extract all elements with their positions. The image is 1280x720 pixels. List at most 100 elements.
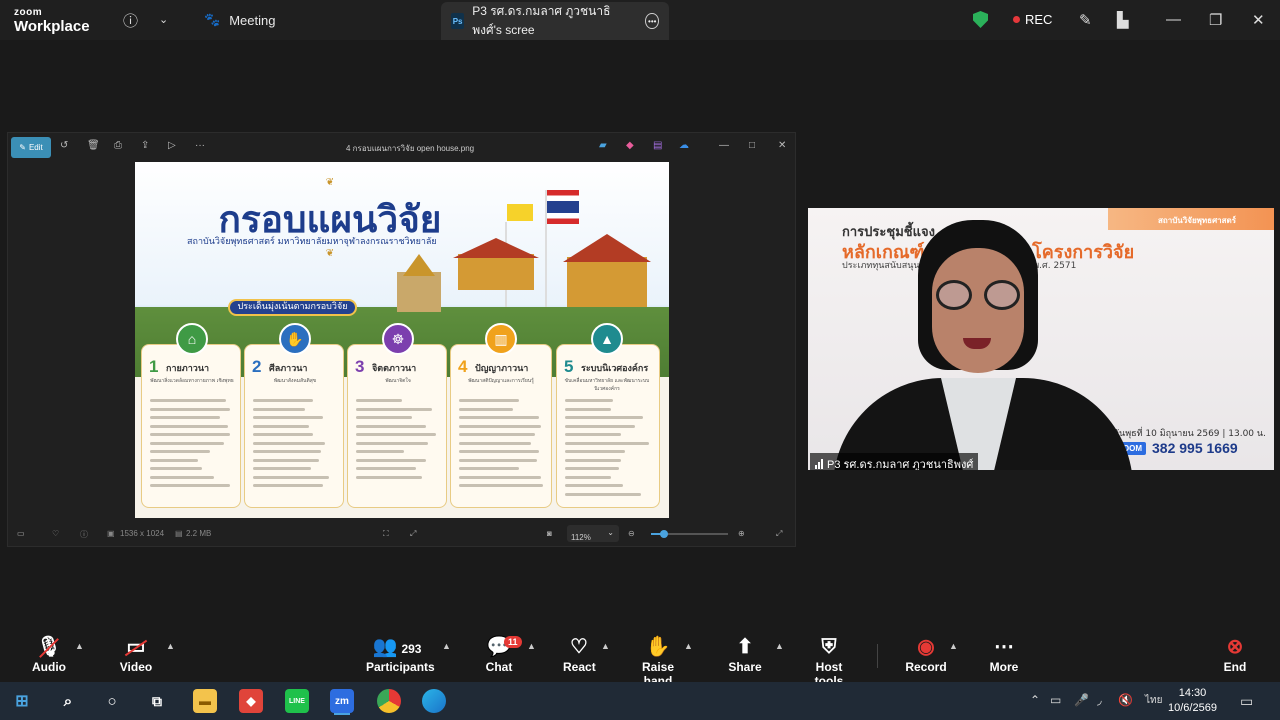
screenshot-icon[interactable]: ◙ xyxy=(547,529,552,538)
participant-video[interactable]: สถาบันวิจัยพุทธศาสตร์ การประชุมชี้แจง หล… xyxy=(808,208,1274,470)
clipchamp-icon[interactable]: ◆ xyxy=(626,140,634,151)
network-icon[interactable]: ▭ xyxy=(1050,693,1061,707)
cortana-icon[interactable]: ○ xyxy=(100,689,124,713)
zoom-app-icon[interactable]: zm xyxy=(330,689,354,713)
video-button[interactable]: ▭ Video xyxy=(118,634,154,674)
chat-options-caret[interactable]: ▲ xyxy=(527,641,536,651)
tray-overflow-icon[interactable]: ⌃ xyxy=(1030,693,1040,707)
share-label: Share xyxy=(728,660,762,674)
end-button[interactable]: ⊗ End xyxy=(1220,634,1250,674)
restore-icon[interactable]: ❐ xyxy=(1209,11,1222,29)
file-info-icon[interactable]: ⓘ xyxy=(80,529,88,540)
card-list xyxy=(150,399,230,493)
react-label: React xyxy=(563,660,596,674)
rec-label: REC xyxy=(1025,12,1053,27)
audio-button[interactable]: 🎙 Audio xyxy=(30,634,68,674)
viewer-close-icon[interactable]: ✕ xyxy=(778,140,786,151)
chevron-down-icon: ⌄ xyxy=(607,528,614,537)
meditation-icon: ☸ xyxy=(382,323,414,355)
edit-button[interactable]: ✎ Edit xyxy=(11,137,51,158)
system-clock[interactable]: 14:30 10/6/2569 xyxy=(1168,686,1217,716)
card-number: 5 xyxy=(564,357,574,376)
raise-hand-options-caret[interactable]: ▲ xyxy=(684,641,693,651)
input-language[interactable]: ไทย xyxy=(1145,693,1162,708)
zoom-meeting-id: 382 995 1669 xyxy=(1152,440,1238,456)
hand-icon: ✋ xyxy=(645,636,671,658)
edit-label: Edit xyxy=(28,143,43,152)
close-icon[interactable]: ✕ xyxy=(1252,11,1265,29)
fit-icon[interactable]: ⛶ xyxy=(383,529,389,539)
zoom-out-icon[interactable]: ⊖ xyxy=(628,529,635,538)
print-icon[interactable]: ⎙ xyxy=(114,140,122,151)
rotate-icon[interactable]: ↺ xyxy=(60,140,68,151)
chat-label: Chat xyxy=(485,660,513,674)
video-institute-label: สถาบันวิจัยพุทธศาสตร์ xyxy=(1158,216,1237,225)
share-icon[interactable]: ⇪ xyxy=(141,140,149,151)
pagoda xyxy=(397,272,441,312)
card-desc: พัฒนาสิ่งแวดล้อมทางกายภาพ เชิงพุทธ xyxy=(150,378,234,384)
designer-icon[interactable]: ▤ xyxy=(653,140,662,151)
share-tab[interactable]: Ps P3 รศ.ดร.กมลาศ ภูวชนาธิพงศ์'s scree •… xyxy=(441,2,669,40)
file-explorer-icon[interactable]: ▬ xyxy=(193,689,217,713)
react-button[interactable]: ♡ React xyxy=(563,634,596,674)
raise-hand-button[interactable]: ✋ Raise hand xyxy=(628,634,688,688)
image-size-icon: ▣ xyxy=(107,529,115,538)
fullscreen-icon[interactable]: ⤢ xyxy=(776,529,782,539)
chevron-down-icon[interactable]: ⌄ xyxy=(159,13,168,26)
zoom-in-icon[interactable]: ⊕ xyxy=(738,529,745,538)
chrome-icon[interactable] xyxy=(377,689,401,713)
line-app-icon[interactable]: LINE xyxy=(285,689,309,713)
filmstrip-icon[interactable]: ▭ xyxy=(17,529,25,538)
meeting-menu[interactable]: 🐾 Meeting xyxy=(204,12,275,28)
zoom-slider[interactable] xyxy=(651,530,728,538)
task-view-icon[interactable]: ⧉ xyxy=(145,689,169,713)
info-icon[interactable]: ⓘ xyxy=(123,10,138,31)
zoom-slider-knob[interactable] xyxy=(660,530,668,538)
view-layout-icon[interactable]: ▙ xyxy=(1117,11,1129,29)
paint-icon[interactable]: ▰ xyxy=(599,140,607,151)
viewer-minimize-icon[interactable]: — xyxy=(719,140,729,151)
microphone-icon[interactable]: 🎤 xyxy=(1074,693,1089,707)
participants-options-caret[interactable]: ▲ xyxy=(442,641,451,651)
viewer-maximize-icon[interactable]: □ xyxy=(749,140,755,151)
more-dots-icon: ⋯ xyxy=(994,636,1014,658)
more-icon[interactable]: ··· xyxy=(195,140,205,151)
card-number: 4 xyxy=(458,357,468,376)
security-shield-icon[interactable] xyxy=(973,11,988,28)
ornament-bottom: ❦ xyxy=(325,248,335,259)
more-options-icon[interactable]: ••• xyxy=(645,13,659,29)
slideshow-icon[interactable]: ▷ xyxy=(168,140,176,151)
share-button[interactable]: ⬆ Share xyxy=(727,634,763,674)
participants-button[interactable]: 👥 293 Participants xyxy=(366,634,435,674)
recording-indicator[interactable]: REC xyxy=(1013,12,1052,27)
share-tab-label: P3 รศ.ดร.กมลาศ ภูวชนาธิพงศ์'s scree xyxy=(472,4,611,37)
wifi-icon[interactable]: ◞ xyxy=(1097,693,1102,707)
record-options-caret[interactable]: ▲ xyxy=(949,641,958,651)
anydesk-icon[interactable]: ◆ xyxy=(239,689,263,713)
windows-start-icon[interactable]: ⊞ xyxy=(10,689,34,713)
favorite-icon[interactable]: ♡ xyxy=(52,529,59,538)
zoom-level-select[interactable]: 112% ⌄ xyxy=(567,525,619,542)
react-options-caret[interactable]: ▲ xyxy=(601,641,610,651)
mic-muted-icon: 🎙 xyxy=(30,634,68,660)
search-icon[interactable]: ⌕ xyxy=(56,689,80,713)
annotate-pencil-icon[interactable]: ✎ xyxy=(1079,11,1092,29)
host-tools-button[interactable]: ⛨ Host tools xyxy=(800,634,858,688)
speaker-muted-icon[interactable]: 🔇 xyxy=(1118,693,1133,707)
file-size-icon: ▤ xyxy=(175,529,183,538)
speaker-face xyxy=(932,248,1024,373)
edge-icon[interactable] xyxy=(422,689,446,713)
minimize-icon[interactable]: — xyxy=(1166,11,1181,28)
record-button[interactable]: ◉ Record xyxy=(905,634,947,674)
share-screen-icon: ⬆ xyxy=(736,636,754,658)
onedrive-icon[interactable]: ☁ xyxy=(679,140,689,151)
share-options-caret[interactable]: ▲ xyxy=(775,641,784,651)
video-label: Video xyxy=(119,660,153,674)
delete-icon[interactable]: 🗑 xyxy=(87,140,100,151)
notification-icon[interactable]: ▭ xyxy=(1240,693,1253,710)
audio-options-caret[interactable]: ▲ xyxy=(75,641,84,651)
growth-chart-icon: ▲ xyxy=(591,323,623,355)
actual-size-icon[interactable]: ⤢ xyxy=(410,529,416,539)
more-button[interactable]: ⋯ More xyxy=(987,634,1021,674)
video-options-caret[interactable]: ▲ xyxy=(166,641,175,651)
